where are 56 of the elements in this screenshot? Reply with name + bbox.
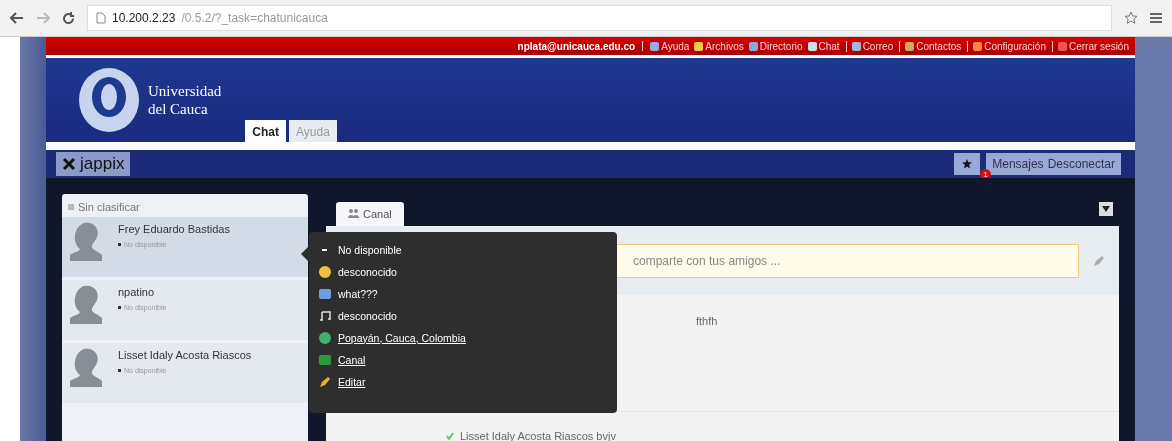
- toolbar-button[interactable]: Desconectar: [1047, 157, 1115, 172]
- top-nav-link[interactable]: Configuración: [973, 40, 1053, 52]
- pencil-icon: [319, 375, 331, 388]
- people-icon: [348, 208, 359, 219]
- check-icon: [446, 432, 454, 440]
- top-nav-link[interactable]: Chat: [807, 40, 847, 52]
- star-icon: [962, 159, 973, 170]
- contact-name: Lisset Idaly Acosta Riascos: [118, 349, 252, 361]
- contact-name: Frey Eduardo Bastidas: [118, 223, 230, 235]
- tab[interactable]: Chat: [245, 120, 286, 143]
- user-email: nplata@unicauca.edu.co: [517, 40, 636, 52]
- group-title: Sin clasificar: [78, 201, 140, 213]
- post-text: fthfh: [696, 315, 718, 329]
- url-path: /0.5.2/?_task=chatunicauca: [181, 11, 328, 25]
- url-host: 10.200.2.23: [112, 11, 176, 25]
- toolbar-button[interactable]: Mensajes: [992, 157, 1044, 172]
- popup-link[interactable]: Editar: [338, 375, 366, 388]
- dropdown-button[interactable]: [1099, 202, 1113, 216]
- popup-text: desconocido: [338, 309, 397, 322]
- star-icon[interactable]: [1124, 11, 1138, 25]
- channel-tab[interactable]: Canal: [336, 202, 404, 226]
- popup-text: No disponible: [338, 243, 402, 256]
- avatar-silhouette-icon: [70, 221, 104, 261]
- top-nav-link[interactable]: Cerrar sesión: [1057, 40, 1129, 52]
- music-note-icon: [319, 309, 331, 322]
- star-button[interactable]: [954, 153, 981, 176]
- contact-name: npatino: [118, 286, 156, 298]
- top-nav-link[interactable]: Ayuda: [650, 40, 690, 52]
- link-icon: [748, 41, 758, 51]
- link-icon: [973, 41, 983, 51]
- x-mark-icon: [62, 157, 76, 172]
- link-icon: [694, 41, 704, 51]
- logo-text: Universidad del Cauca: [148, 83, 222, 118]
- jappix-logo: jappix: [56, 152, 131, 177]
- link-icon: [905, 41, 915, 51]
- avatar-silhouette-icon: [70, 347, 104, 387]
- link-icon: [851, 41, 861, 51]
- avatar-silhouette-icon: [70, 284, 104, 324]
- popup-text: what???: [338, 287, 378, 300]
- reload-icon[interactable]: [62, 11, 75, 25]
- menu-icon[interactable]: [1150, 13, 1162, 23]
- popup-text: desconocido: [338, 265, 397, 278]
- top-nav-link[interactable]: Directorio: [748, 40, 803, 52]
- link-icon: [650, 41, 660, 51]
- top-nav-link[interactable]: Contactos: [905, 40, 969, 52]
- address-bar[interactable]: 10.200.2.23 /0.5.2/?_task=chatunicauca: [87, 5, 1112, 31]
- popup-link[interactable]: Canal: [338, 353, 366, 366]
- popup-link[interactable]: Popayán, Cauca, Colombia: [338, 331, 466, 344]
- page-icon: [96, 12, 106, 24]
- caret-icon: [1102, 206, 1110, 212]
- link-icon: [807, 41, 817, 51]
- top-nav-link[interactable]: Archivos: [694, 40, 744, 52]
- back-icon[interactable]: [10, 12, 24, 24]
- crest-logo-icon: [76, 67, 142, 134]
- link-icon: [1057, 41, 1067, 51]
- top-nav-link[interactable]: Correo: [851, 40, 901, 52]
